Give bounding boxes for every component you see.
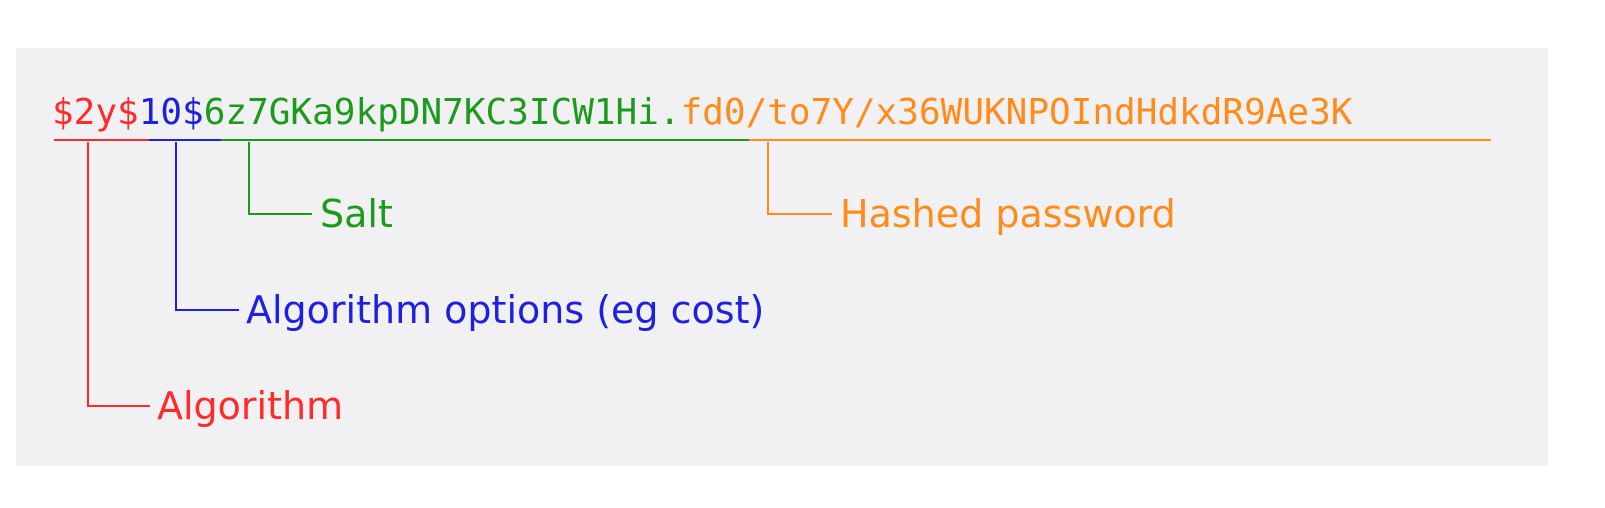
algorithm-label: Algorithm — [157, 384, 344, 428]
algorithm-options-label: Algorithm options (eg cost) — [246, 288, 765, 332]
diagram-panel: $2y$10$6z7GKa9kpDN7KC3ICW1Hi.fd0/to7Y/x3… — [16, 48, 1548, 466]
algorithm-connector — [87, 142, 150, 407]
salt-connector — [248, 142, 312, 215]
options-connector — [175, 142, 239, 311]
hash-password-segment: fd0/to7Y/x36WUKNPOIndHdkdR9Ae3K — [680, 92, 1353, 133]
bcrypt-hash-string: $2y$10$6z7GKa9kpDN7KC3ICW1Hi.fd0/to7Y/x3… — [52, 88, 1352, 138]
hashed-connector — [767, 142, 832, 215]
hash-options-segment: 10$ — [138, 92, 204, 133]
hash-algorithm-segment: $2y$ — [52, 92, 139, 133]
hash-salt-segment: 6z7GKa9kpDN7KC3ICW1Hi. — [203, 92, 681, 133]
salt-label: Salt — [320, 192, 393, 236]
hashed-password-label: Hashed password — [840, 192, 1176, 236]
